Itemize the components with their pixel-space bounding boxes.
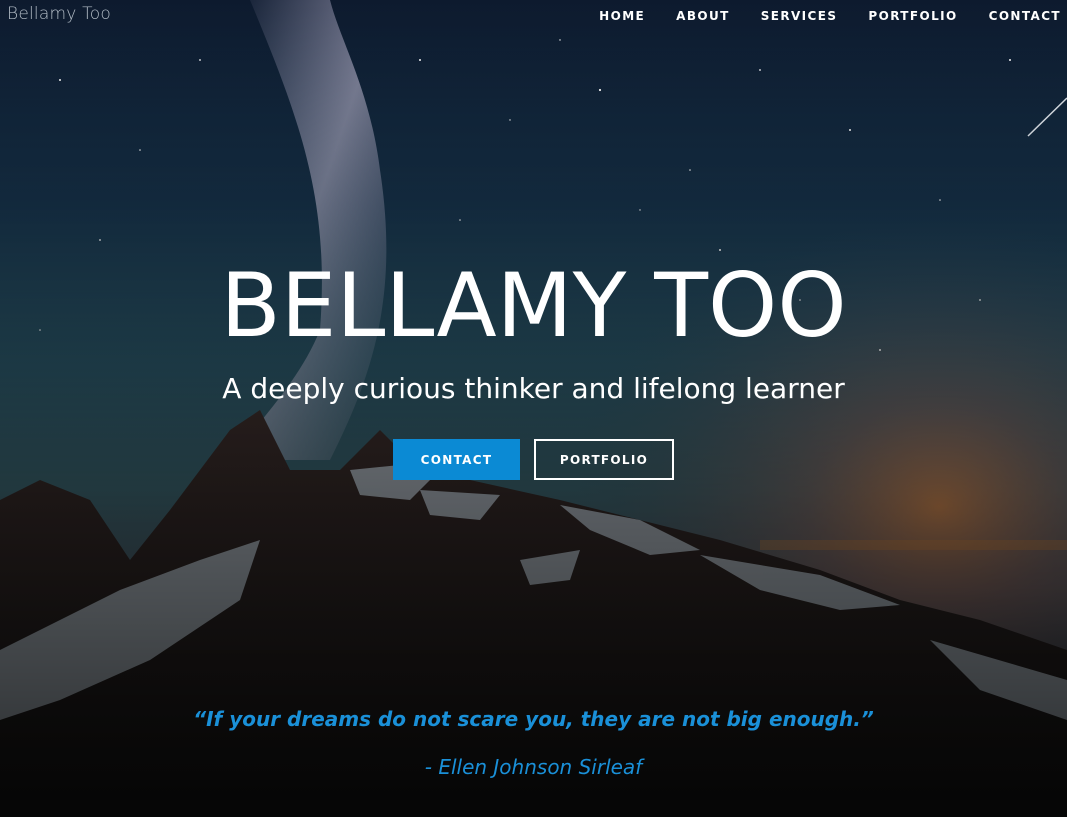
brand-logo-link[interactable]: Bellamy Too: [7, 4, 111, 24]
nav-link-home[interactable]: HOME: [599, 9, 645, 23]
hero-quote: “If your dreams do not scare you, they a…: [193, 707, 874, 731]
hero-quote-author: - Ellen Johnson Sirleaf: [424, 755, 643, 779]
nav-link-portfolio[interactable]: PORTFOLIO: [868, 9, 957, 23]
nav-link-contact[interactable]: CONTACT: [989, 9, 1061, 23]
nav-item-contact: CONTACT: [989, 7, 1061, 25]
hero-subtitle: A deeply curious thinker and lifelong le…: [222, 372, 845, 405]
portfolio-button[interactable]: PORTFOLIO: [534, 439, 674, 480]
nav-item-portfolio: PORTFOLIO: [868, 7, 957, 25]
hero-title: BELLAMY TOO: [220, 254, 847, 357]
landing-page: Bellamy Too HOME ABOUT SERVICES PORTFOLI…: [0, 0, 1067, 817]
nav-item-services: SERVICES: [761, 7, 838, 25]
nav-link-about[interactable]: ABOUT: [676, 9, 730, 23]
top-navbar: Bellamy Too HOME ABOUT SERVICES PORTFOLI…: [0, 0, 1067, 30]
nav-item-home: HOME: [599, 7, 645, 25]
hero-buttons: CONTACT PORTFOLIO: [0, 439, 1067, 480]
contact-button[interactable]: CONTACT: [393, 439, 520, 480]
hero-background-image: [0, 0, 1067, 817]
nav-item-about: ABOUT: [676, 7, 730, 25]
nav-link-services[interactable]: SERVICES: [761, 9, 838, 23]
nav-links: HOME ABOUT SERVICES PORTFOLIO CONTACT: [599, 7, 1061, 25]
